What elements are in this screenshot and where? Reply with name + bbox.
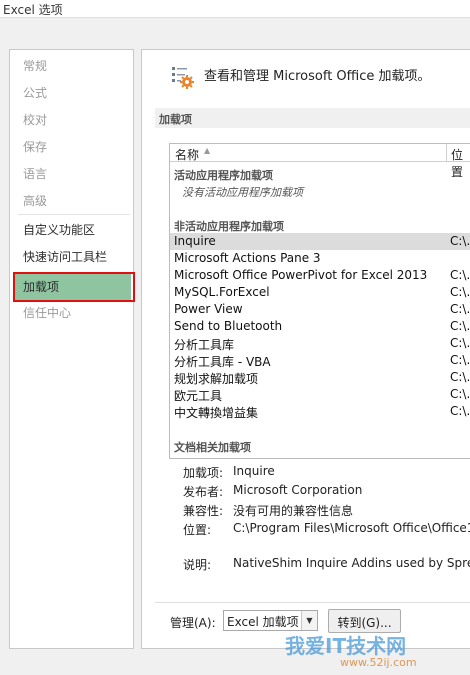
sort-ascending-icon: ▲ (204, 146, 211, 155)
detail-addin-value: Inquire (233, 464, 275, 478)
list-header: 名称 ▲ 位置 (170, 144, 470, 179)
section-header: 加载项 (155, 108, 470, 128)
section-title: 加载项 (159, 113, 192, 126)
addin-name: Microsoft Actions Pane 3 (174, 251, 321, 265)
addin-location: C:\... (450, 387, 470, 401)
addin-location: C:\... (450, 370, 470, 384)
detail-description-label: 说明: (183, 558, 212, 572)
window-title: Excel 选项 (3, 3, 63, 17)
list-item[interactable]: Power View C:\... (170, 301, 470, 318)
detail-compat-value: 没有可用的兼容性信息 (233, 504, 354, 518)
addin-name: 欧元工具 (174, 389, 223, 403)
group-document-addins: 文档相关加载项 (174, 441, 251, 454)
addin-location: C:\... (450, 234, 470, 248)
sidebar-item-save[interactable]: 保存 (23, 138, 47, 155)
dropdown-arrow-icon[interactable]: ▼ (301, 611, 317, 630)
list-item[interactable]: Inquire C:\... (170, 233, 470, 250)
list-item[interactable]: Send to Bluetooth C:\... (170, 318, 470, 335)
detail-location-label: 位置: (183, 523, 212, 537)
page-title: 查看和管理 Microsoft Office 加载项。 (204, 69, 431, 84)
watermark-logo: 我爱IT技术网 (285, 634, 407, 658)
group-active-empty: 没有活动应用程序加载项 (182, 186, 303, 199)
addins-gear-icon (172, 67, 194, 89)
addin-location: C:\... (450, 404, 470, 418)
divider (155, 602, 470, 603)
list-item[interactable]: Microsoft Actions Pane 3 (170, 250, 470, 267)
options-dialog: 常规 公式 校对 保存 语言 高级 自定义功能区 快速访问工具栏 加载项 信任中… (0, 18, 470, 675)
addins-list[interactable]: 名称 ▲ 位置 活动应用程序加载项 没有活动应用程序加载项 非活动应用程序加载项… (169, 143, 470, 459)
sidebar-divider (18, 214, 130, 215)
column-header-name[interactable]: 名称 (175, 146, 199, 163)
title-bar: Excel 选项 (0, 0, 470, 18)
addin-location: C:\... (450, 268, 470, 282)
addin-location: C:\... (450, 302, 470, 316)
addin-location: C:\... (450, 285, 470, 299)
main-panel: 查看和管理 Microsoft Office 加载项。 加载项 名称 ▲ 位置 … (141, 49, 470, 649)
sidebar-item-advanced[interactable]: 高级 (23, 192, 47, 209)
sidebar-item-trust-center[interactable]: 信任中心 (23, 304, 71, 321)
list-item[interactable]: MySQL.ForExcel C:\... (170, 284, 470, 301)
list-item[interactable]: 规划求解加载项 C:\... (170, 369, 470, 386)
sidebar: 常规 公式 校对 保存 语言 高级 自定义功能区 快速访问工具栏 加载项 信任中… (9, 49, 135, 649)
sidebar-item-customize-ribbon[interactable]: 自定义功能区 (23, 221, 95, 238)
sidebar-item-general[interactable]: 常规 (23, 57, 47, 74)
list-item[interactable]: Microsoft Office PowerPivot for Excel 20… (170, 267, 470, 284)
detail-publisher-value: Microsoft Corporation (233, 483, 363, 497)
group-inactive-addins: 非活动应用程序加载项 (174, 220, 284, 233)
sidebar-item-addins[interactable]: 加载项 (23, 278, 59, 295)
detail-description-value: NativeShim Inquire Addins used by Sprea (233, 556, 470, 570)
addin-location: C:\... (450, 336, 470, 350)
sidebar-item-formulas[interactable]: 公式 (23, 84, 47, 101)
addin-name: 中文轉換增益集 (174, 406, 259, 420)
addin-name: Send to Bluetooth (174, 319, 283, 333)
list-item[interactable]: 分析工具库 - VBA C:\... (170, 352, 470, 369)
addin-name: MySQL.ForExcel (174, 285, 270, 299)
addin-name: 规划求解加载项 (174, 372, 259, 386)
detail-publisher-label: 发布者: (183, 485, 224, 499)
detail-compat-label: 兼容性: (183, 504, 224, 518)
manage-label: 管理(A): (170, 616, 216, 630)
watermark-url: www.52ij.com (340, 656, 417, 669)
list-item[interactable]: 中文轉換增益集 C:\... (170, 403, 470, 420)
list-item[interactable]: 欧元工具 C:\... (170, 386, 470, 403)
group-active-addins: 活动应用程序加载项 (174, 169, 273, 182)
sidebar-item-language[interactable]: 语言 (23, 165, 47, 182)
addin-name: Microsoft Office PowerPivot for Excel 20… (174, 268, 428, 282)
sidebar-item-proofing[interactable]: 校对 (23, 111, 47, 128)
addin-location: C:\... (450, 353, 470, 367)
addin-name: 分析工具库 - VBA (174, 355, 271, 369)
go-button-label: 转到(G)... (337, 616, 392, 630)
addin-name: Inquire (174, 234, 216, 248)
addin-name: Power View (174, 302, 243, 316)
sidebar-item-quick-access-toolbar[interactable]: 快速访问工具栏 (23, 248, 107, 265)
detail-location-value: C:\Program Files\Microsoft Office\Office… (233, 521, 470, 535)
manage-select[interactable]: Excel 加载项 ▼ (223, 610, 318, 631)
manage-select-value: Excel 加载项 (227, 615, 299, 629)
list-item[interactable]: 分析工具库 C:\... (170, 335, 470, 352)
column-header-location[interactable]: 位置 (451, 146, 470, 180)
addin-location: C:\... (450, 319, 470, 333)
addin-name: 分析工具库 (174, 338, 235, 352)
detail-addin-label: 加载项: (183, 466, 224, 480)
column-divider[interactable] (446, 144, 447, 162)
